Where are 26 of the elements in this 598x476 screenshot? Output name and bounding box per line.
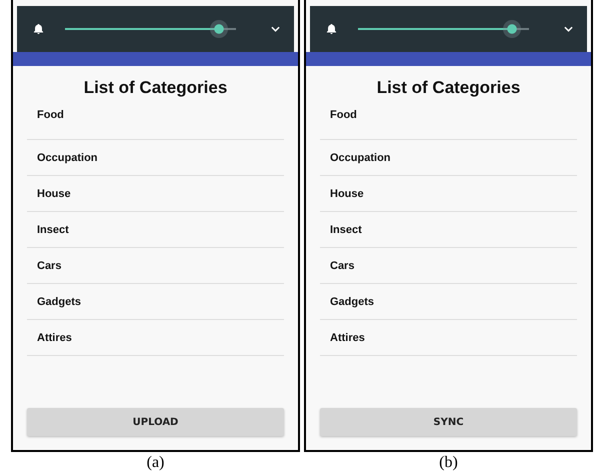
category-item[interactable]: Occupation xyxy=(320,140,577,176)
chevron-down-icon[interactable] xyxy=(564,26,573,32)
category-item[interactable]: House xyxy=(320,176,577,212)
action-button[interactable]: UPLOAD xyxy=(27,408,284,436)
category-item[interactable]: Cars xyxy=(320,248,577,284)
slider-thumb[interactable] xyxy=(210,20,228,38)
chevron-down-icon[interactable] xyxy=(271,26,280,32)
category-item[interactable]: Food xyxy=(27,104,284,140)
figure-caption: (a) xyxy=(146,454,164,472)
category-item[interactable]: House xyxy=(27,176,284,212)
category-item[interactable]: Gadgets xyxy=(27,284,284,320)
list-title: List of Categories xyxy=(376,77,522,99)
action-button[interactable]: SYNC xyxy=(320,408,577,436)
category-item[interactable]: Attires xyxy=(27,320,284,356)
category-item[interactable]: Occupation xyxy=(27,140,284,176)
category-item[interactable]: Insect xyxy=(27,212,284,248)
bell-icon[interactable] xyxy=(33,23,44,35)
slider-thumb[interactable] xyxy=(502,20,521,38)
figure-caption: (b) xyxy=(439,454,458,472)
category-item[interactable]: Food xyxy=(320,104,577,140)
list-title: List of Categories xyxy=(82,77,228,99)
bell-icon[interactable] xyxy=(326,23,337,35)
category-item[interactable]: Cars xyxy=(27,248,284,284)
category-item[interactable]: Attires xyxy=(320,320,577,356)
category-item[interactable]: Gadgets xyxy=(320,284,577,320)
category-item[interactable]: Insect xyxy=(320,212,577,248)
